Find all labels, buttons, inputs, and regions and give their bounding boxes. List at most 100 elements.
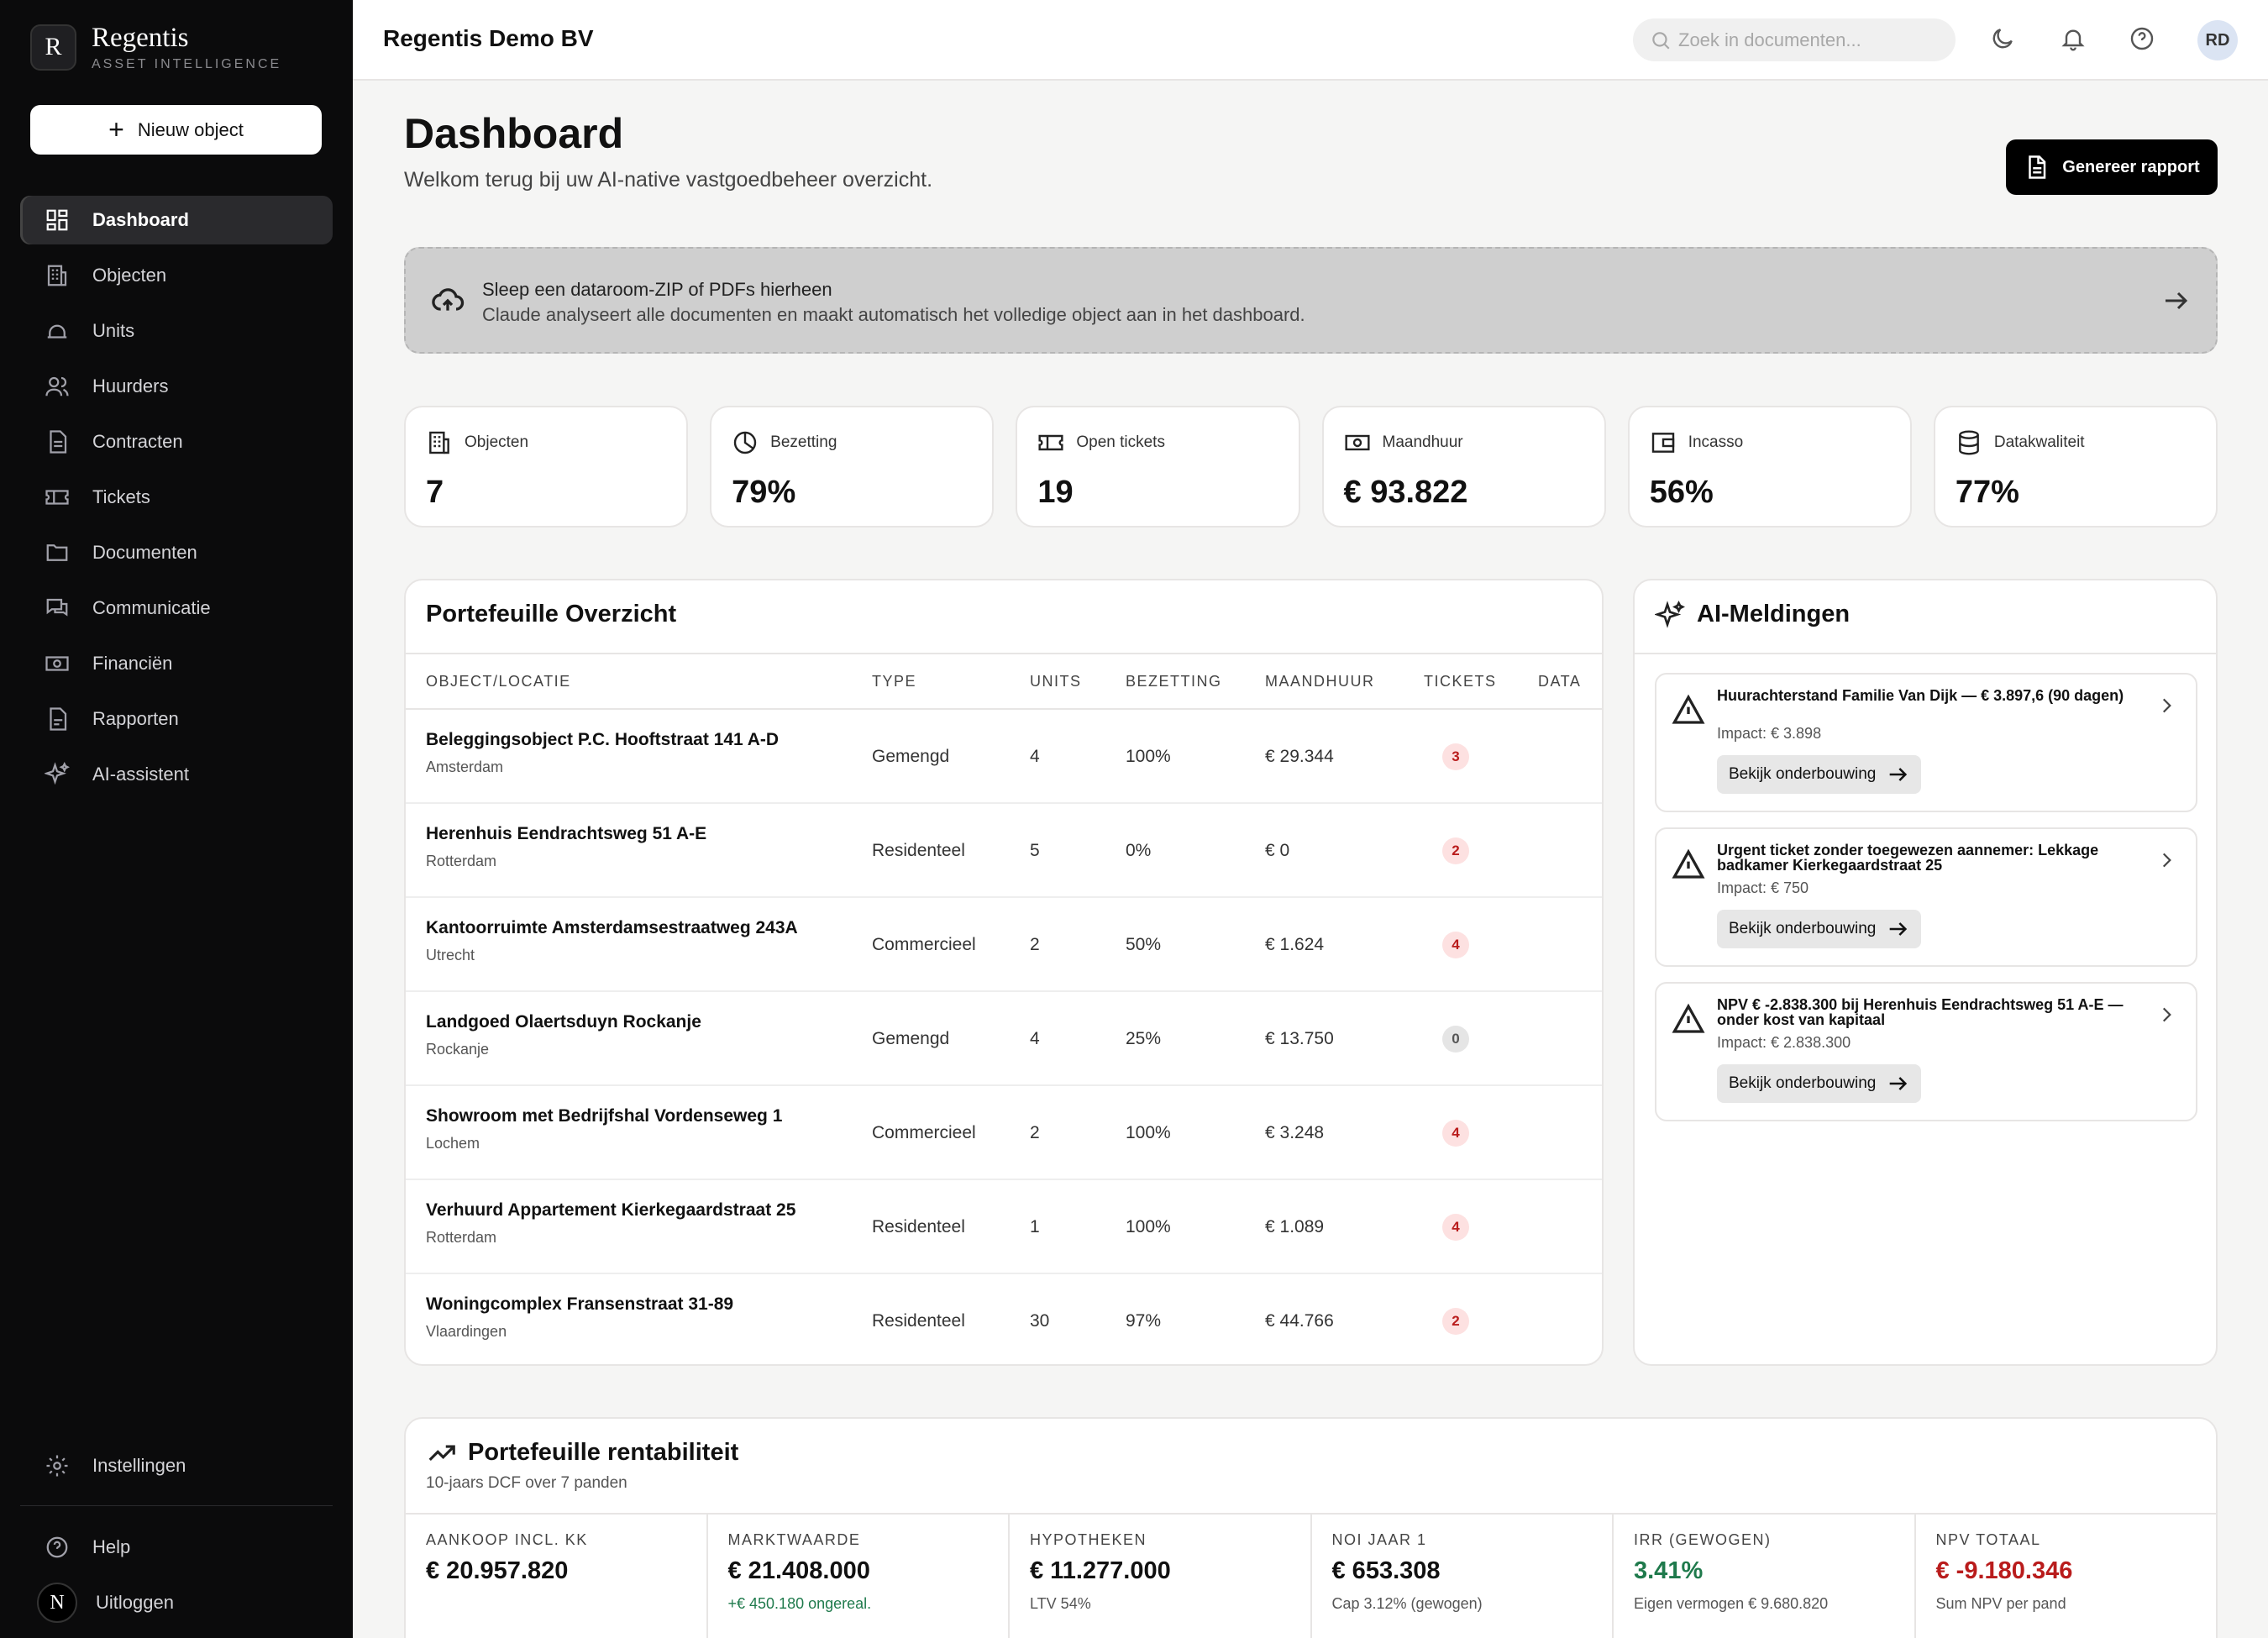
chevron-right-icon[interactable] [2155, 695, 2177, 717]
object-units: 4 [1030, 747, 1040, 766]
sidebar-item-financien[interactable]: Financiën [20, 639, 333, 688]
object-occupancy: 0% [1126, 841, 1152, 860]
plus-icon: + [108, 114, 124, 144]
metrics-row: AANKOOP INCL. KK € 20.957.820 MARKTWAARD… [406, 1513, 2216, 1638]
table-row[interactable]: Beleggingsobject P.C. Hooftstraat 141 A-… [406, 710, 1602, 804]
column-header[interactable]: BEZETTING [1126, 673, 1222, 690]
view-rationale-button[interactable]: Bekijk onderbouwing [1717, 755, 1922, 794]
column-header[interactable]: TICKETS [1424, 673, 1497, 690]
view-rationale-label: Bekijk onderbouwing [1729, 1074, 1877, 1092]
kpi-card-incasso[interactable]: Incasso 56% [1627, 406, 1912, 528]
sidebar-item-label: Dashboard [92, 209, 189, 230]
bell-icon[interactable] [2056, 22, 2090, 55]
sidebar-item-label: Help [92, 1536, 131, 1557]
table-row[interactable]: Verhuurd Appartement Kierkegaardstraat 2… [406, 1180, 1602, 1274]
object-rent: € 1.624 [1265, 935, 1325, 954]
sidebar-divider [20, 1505, 333, 1506]
ai-alert[interactable]: NPV € -2.838.300 bij Herenhuis Eendracht… [1655, 982, 2197, 1121]
object-type: Gemengd [872, 747, 950, 766]
sidebar-item-objecten[interactable]: Objecten [20, 251, 333, 300]
kpi-card-maandhuur[interactable]: Maandhuur € 93.822 [1321, 406, 1606, 528]
sidebar-item-rapporten[interactable]: Rapporten [20, 695, 333, 743]
alert-impact: Impact: € 3.898 [1717, 725, 1822, 742]
object-units: 1 [1030, 1217, 1040, 1236]
sidebar-item-contracten[interactable]: Contracten [20, 417, 333, 466]
kpi-card-objecten[interactable]: Objecten 7 [404, 406, 689, 528]
sidebar-item-help[interactable]: Help [20, 1523, 333, 1572]
sidebar-item-huurders[interactable]: Huurders [20, 362, 333, 411]
object-rent: € 3.248 [1265, 1123, 1325, 1142]
object-occupancy: 100% [1126, 1217, 1171, 1236]
object-occupancy: 50% [1126, 935, 1162, 954]
column-header[interactable]: TYPE [872, 673, 916, 690]
object-occupancy: 100% [1126, 747, 1171, 766]
brand[interactable]: R Regentis ASSET INTELLIGENCE [30, 22, 281, 72]
column-header[interactable]: UNITS [1030, 673, 1082, 690]
column-header[interactable]: OBJECT/LOCATIE [426, 673, 571, 690]
alert-title: NPV € -2.838.300 bij Herenhuis Eendracht… [1717, 996, 2124, 1028]
alert-impact: Impact: € 750 [1717, 879, 1809, 896]
arrow-right-icon[interactable] [2160, 286, 2191, 316]
help-icon[interactable] [2125, 22, 2159, 55]
brand-tagline: ASSET INTELLIGENCE [92, 57, 282, 71]
object-type: Commercieel [872, 1123, 976, 1142]
sidebar-item-uitloggen[interactable]: N Uitloggen [20, 1578, 333, 1627]
table-header: OBJECT/LOCATIE TYPE UNITS BEZETTING MAAN… [406, 653, 1602, 710]
moon-icon[interactable] [1986, 22, 2019, 55]
view-rationale-label: Bekijk onderbouwing [1729, 920, 1877, 937]
upload-dropzone[interactable]: Sleep een dataroom-ZIP of PDFs hierheen … [404, 247, 2218, 354]
generate-report-button[interactable]: Genereer rapport [2006, 139, 2218, 195]
kpi-card-bezetting[interactable]: Bezetting 79% [710, 406, 995, 528]
metric-noi: NOI JAAR 1 € 653.308 Cap 3.12% (gewogen) [1312, 1515, 1614, 1638]
column-header[interactable]: DATA [1538, 673, 1581, 690]
sidebar-item-instellingen[interactable]: Instellingen [20, 1441, 333, 1490]
arrow-right-icon [1890, 768, 1908, 781]
view-rationale-button[interactable]: Bekijk onderbouwing [1717, 910, 1922, 948]
sidebar-item-label: Objecten [92, 265, 167, 286]
object-units: 2 [1030, 1123, 1040, 1142]
kpi-card-open-tickets[interactable]: Open tickets 19 [1016, 406, 1300, 528]
ticket-count-badge: 4 [1442, 1214, 1469, 1241]
money-icon [44, 650, 71, 677]
table-row[interactable]: Kantoorruimte Amsterdamsestraatweg 243A U… [406, 898, 1602, 992]
sidebar-item-tickets[interactable]: Tickets [20, 473, 333, 522]
chat-icon [44, 595, 71, 622]
folder-icon [44, 539, 71, 566]
kpi-value: 19 [1037, 475, 1074, 510]
sidebar-item-ai-assistent[interactable]: AI-assistent [20, 750, 333, 799]
search-input[interactable]: Zoek in documenten... [1633, 18, 1956, 61]
table-row[interactable]: Woningcomplex Fransenstraat 31-89 Vlaardi… [406, 1274, 1602, 1364]
chevron-right-icon[interactable] [2155, 1004, 2177, 1026]
metric-note: Cap 3.12% (gewogen) [1331, 1595, 1483, 1612]
user-avatar: N [37, 1583, 77, 1623]
ai-alert[interactable]: Urgent ticket zonder toegewezen aannemer… [1655, 827, 2197, 967]
divider [1635, 653, 2216, 654]
table-row[interactable]: Landgoed Olaertsduyn Rockanje Rockanje Ge… [406, 992, 1602, 1086]
table-row[interactable]: Herenhuis Eendrachtsweg 51 A-E Rotterdam … [406, 804, 1602, 898]
column-header[interactable]: MAANDHUUR [1265, 673, 1375, 690]
object-city: Utrecht [426, 947, 475, 963]
metric-label: HYPOTHEKEN [1030, 1531, 1147, 1548]
object-occupancy: 25% [1126, 1029, 1162, 1048]
avatar[interactable]: RD [2197, 20, 2238, 60]
sidebar-item-communicatie[interactable]: Communicatie [20, 584, 333, 633]
sidebar-item-units[interactable]: Units [20, 307, 333, 355]
dropzone-title: Sleep een dataroom-ZIP of PDFs hierheen [482, 279, 832, 300]
kpi-card-datakwaliteit[interactable]: Datakwaliteit 77% [1933, 406, 2218, 528]
object-occupancy: 100% [1126, 1123, 1171, 1142]
pie-icon [733, 431, 757, 454]
ticket-icon [44, 484, 71, 511]
new-object-button[interactable]: + Nieuw object [30, 105, 322, 155]
trending-up-icon [428, 1445, 455, 1462]
metric-label: IRR (GEWOGEN) [1634, 1531, 1772, 1548]
table-row[interactable]: Showroom met Bedrijfshal Vordenseweg 1 Lo… [406, 1086, 1602, 1180]
object-rent: € 1.089 [1265, 1217, 1325, 1236]
ai-alert[interactable]: Huurachterstand Familie Van Dijk — € 3.8… [1655, 673, 2197, 812]
sidebar-item-label: Huurders [92, 375, 169, 396]
view-rationale-button[interactable]: Bekijk onderbouwing [1717, 1064, 1922, 1103]
page-subtitle: Welkom terug bij uw AI-native vastgoedbe… [404, 168, 933, 192]
sidebar-item-dashboard[interactable]: Dashboard [20, 196, 333, 244]
chevron-right-icon[interactable] [2155, 849, 2177, 871]
sidebar-item-documenten[interactable]: Documenten [20, 528, 333, 577]
metric-irr: IRR (GEWOGEN) 3.41% Eigen vermogen € 9.6… [1614, 1515, 1916, 1638]
